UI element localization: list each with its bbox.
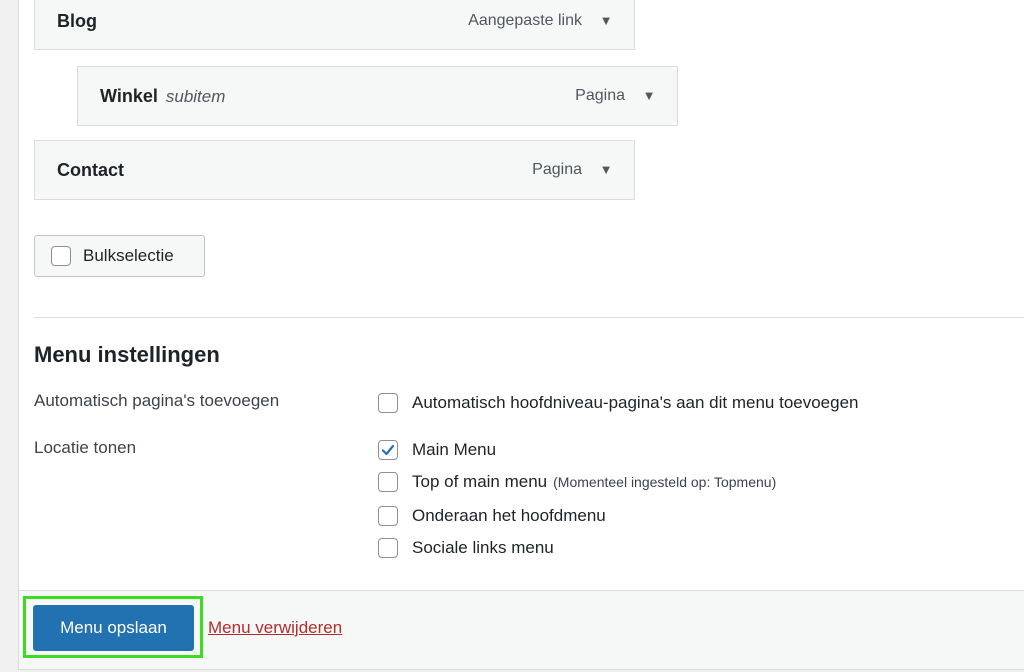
location-checkbox-top-of-main-menu[interactable] <box>378 472 398 492</box>
location-label: Main Menu <box>412 440 497 459</box>
menu-item-title: Winkel subitem <box>100 67 225 126</box>
location-option-footer-menu[interactable]: Onderaan het hoofdmenu <box>378 504 606 528</box>
location-checkbox-footer-menu[interactable] <box>378 506 398 526</box>
menu-item-title-text: Winkel <box>100 86 158 106</box>
section-divider <box>34 317 1024 318</box>
delete-menu-link[interactable]: Menu verwijderen <box>208 618 342 638</box>
save-menu-button[interactable]: Menu opslaan <box>33 605 194 651</box>
chevron-down-icon[interactable]: ▼ <box>594 141 618 199</box>
menu-item-title: Blog <box>57 11 97 31</box>
menu-item-type: Pagina <box>575 87 625 104</box>
location-label: Onderaan het hoofdmenu <box>412 506 606 525</box>
location-option-social-links-menu[interactable]: Sociale links menu <box>378 536 554 560</box>
bulk-select-button[interactable]: Bulkselectie <box>34 235 205 277</box>
menu-item-title: Contact <box>57 160 124 180</box>
auto-add-option[interactable]: Automatisch hoofdniveau-pagina's aan dit… <box>378 391 859 415</box>
menu-item-winkel[interactable]: Winkel subitem Pagina ▼ <box>77 66 678 126</box>
menu-item-subtitle: subitem <box>165 87 226 106</box>
location-checkbox-social-links-menu[interactable] <box>378 538 398 558</box>
location-note: (Momenteel ingesteld op: Topmenu) <box>553 474 777 490</box>
chevron-down-icon[interactable]: ▼ <box>637 67 661 125</box>
location-option-main-menu[interactable]: Main Menu <box>378 438 496 462</box>
auto-add-option-label: Automatisch hoofdniveau-pagina's aan dit… <box>412 393 859 412</box>
auto-add-label: Automatisch pagina's toevoegen <box>34 391 280 410</box>
checkmark-icon <box>381 444 395 456</box>
location-option-top-of-main-menu[interactable]: Top of main menu (Momenteel ingesteld op… <box>378 470 776 494</box>
menu-item-type: Aangepaste link <box>468 12 582 29</box>
chevron-down-icon[interactable]: ▼ <box>594 0 618 49</box>
menu-item-contact[interactable]: Contact Pagina ▼ <box>34 140 635 200</box>
menu-item-type: Pagina <box>532 161 582 178</box>
bulk-select-checkbox[interactable] <box>51 246 71 266</box>
menu-item-blog[interactable]: Blog Aangepaste link ▼ <box>34 0 635 50</box>
location-checkbox-main-menu[interactable] <box>378 440 398 460</box>
location-label: Top of main menu <box>412 472 548 491</box>
auto-add-checkbox[interactable] <box>378 393 398 413</box>
location-label: Sociale links menu <box>412 538 554 557</box>
menu-settings-title: Menu instellingen <box>34 342 220 367</box>
bulk-select-label: Bulkselectie <box>83 246 174 265</box>
locations-label: Locatie tonen <box>34 438 137 457</box>
